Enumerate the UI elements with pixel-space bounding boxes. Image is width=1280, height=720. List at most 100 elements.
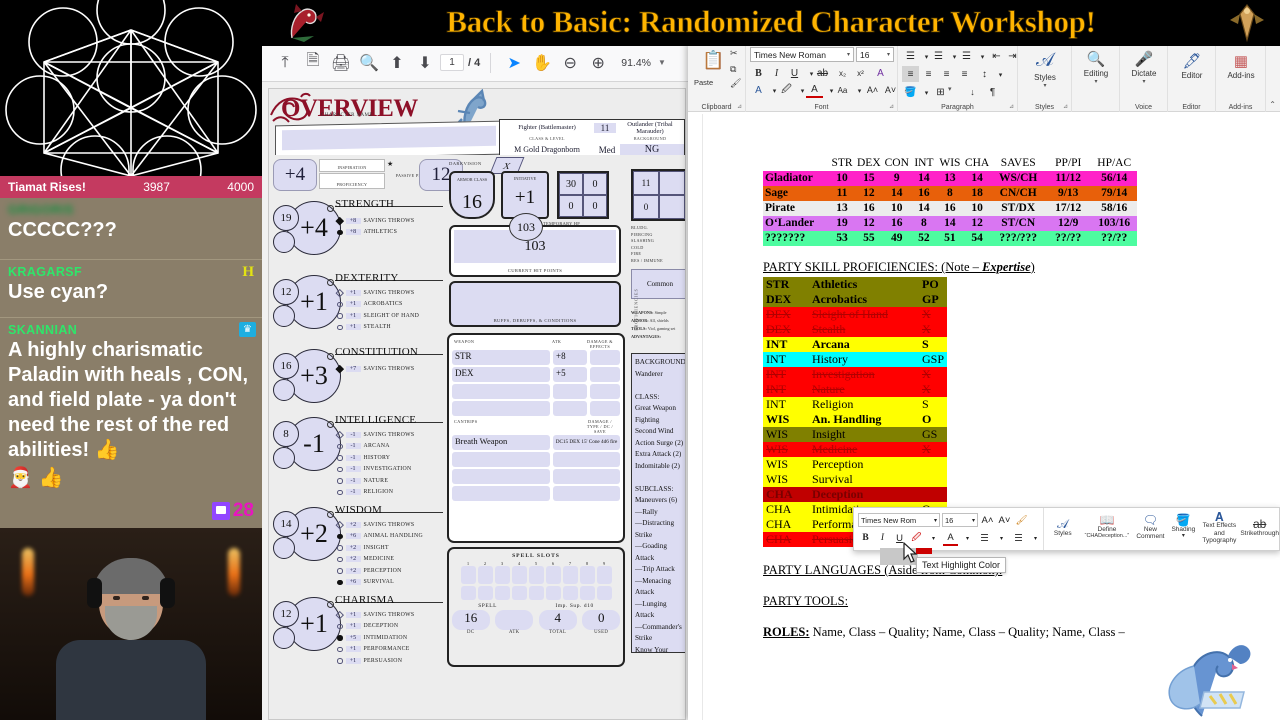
proficiency-marker[interactable] [335,288,344,297]
mini-numbered-dropdown-icon[interactable]: ▾ [1028,531,1043,546]
weapon-row[interactable] [452,384,620,399]
slot-total[interactable] [579,566,595,584]
zoom-out-icon[interactable]: ⊖ [557,50,583,76]
slot-used[interactable] [579,586,595,600]
proficiency-bonus-value[interactable]: +4 [273,159,317,191]
slot-used[interactable] [545,586,561,600]
level-value[interactable]: 11 [594,122,616,133]
zoom-text-icon[interactable]: 🔍 [356,50,382,76]
temp-hp-cell[interactable]: 0 [559,195,583,217]
change-case-button[interactable]: Aa [834,82,851,98]
align-left-button[interactable]: ≡ [902,66,919,82]
weapon-row[interactable]: DEX +5 [452,367,620,382]
weapon-atk[interactable] [553,401,587,416]
subscript-button[interactable]: x₂ [834,65,851,81]
ability-score[interactable]: 16 [273,353,299,379]
sort-button[interactable]: ↓ [964,84,981,100]
weapon-damage[interactable] [590,367,620,382]
slot-used[interactable] [511,586,527,600]
character-name-field[interactable] [282,125,496,151]
superscript-button[interactable]: x² [852,65,869,81]
mini-font-color-button[interactable]: A [943,531,958,546]
page-current[interactable]: 1 [440,54,464,71]
slot-total[interactable] [596,566,612,584]
proficiency-marker[interactable] [337,646,343,652]
initiative-value[interactable]: +1 [515,187,535,209]
slot-total[interactable] [477,566,493,584]
multilevel-list-button[interactable]: ☰ [958,48,975,64]
resistances-box[interactable]: 11 0 [631,169,685,221]
buffs-debuffs-box[interactable]: BUFFS, DEBUFFS, & CONDITIONS [449,281,621,327]
borders-dropdown-icon[interactable]: ▾ [948,85,952,93]
shrink-font-button[interactable]: A˅ [882,82,899,98]
mini-new-comment-button[interactable]: 🗨 New Comment [1132,508,1168,550]
chevron-down-icon[interactable]: ▾ [1142,78,1145,85]
page-up-icon[interactable]: ⬆ [384,50,410,76]
decrease-indent-button[interactable]: ⇤ [988,48,1005,64]
strikethrough-button[interactable]: ab [814,65,831,81]
proficiency-marker[interactable] [337,324,343,330]
weapon-name[interactable]: STR [452,350,550,365]
alignment-value[interactable]: NG [620,144,684,155]
italic-button[interactable]: I [768,65,785,81]
editor-button[interactable]: 🖋 Editor [1169,52,1215,80]
ability-score[interactable]: 14 [273,511,299,537]
mini-numbered-list-button[interactable]: ☰ [1011,531,1026,546]
chat-feed[interactable]: GRIGORIS CCCCC??? H KRAGARSF Use cyan? ♛… [0,198,262,528]
mini-shrink-font-button[interactable]: A˅ [997,513,1012,528]
ability-score[interactable]: 19 [273,205,299,231]
armor-class-box[interactable]: ARMOR CLASS 16 [449,171,495,219]
mini-text-effects-button[interactable]: 𝐀 Text Effects and Typography [1198,508,1240,550]
font-size-combo[interactable]: 16 ▾ [856,47,894,62]
bullet-list-button[interactable]: ☰ [902,48,919,64]
spell-atk-value[interactable] [495,610,534,630]
save-icon[interactable]: 🗎 [300,50,326,76]
temp-hp-cell[interactable]: 0 [583,173,607,195]
class-value[interactable]: Fighter (Battlemaster) [500,124,594,131]
numbered-list-button[interactable]: ☰ [930,48,947,64]
cut-icon[interactable]: ✂ [730,48,738,59]
background-value[interactable]: Outlander (Tribal Marauder) [616,121,684,135]
cantrip-row[interactable] [452,469,620,484]
current-hp-value[interactable]: 103 [451,239,619,255]
chevron-down-icon[interactable]: ▾ [1043,82,1046,89]
weapon-row[interactable]: STR +8 [452,350,620,365]
proficiency-marker[interactable] [335,364,344,373]
chevron-down-icon[interactable]: ▾ [1182,533,1185,541]
proficiency-marker[interactable] [337,623,343,629]
slot-total[interactable] [511,566,527,584]
features-text[interactable]: BACKGROUND: Wanderer CLASS: Great Weapon… [631,353,685,653]
proficiency-marker[interactable] [337,313,343,319]
cantrip-name[interactable] [452,469,550,484]
mini-styles-button[interactable]: 𝒜 Styles [1044,508,1081,550]
weapon-atk[interactable] [553,384,587,399]
weapon-damage[interactable] [590,384,620,399]
proficiency-marker[interactable] [337,455,343,461]
upload-icon[interactable]: ⤒ [272,50,298,76]
styles-dialog-launcher[interactable]: ⊿ [1063,103,1068,110]
prof-value[interactable]: Simple [655,310,667,315]
mini-shading-button[interactable]: 🪣 Shading ▾ [1168,508,1198,550]
ability-score[interactable]: 12 [273,601,299,627]
weapon-name[interactable] [452,384,550,399]
print-icon[interactable]: 🖨 [328,50,354,76]
mini-bold-button[interactable]: B [858,531,873,546]
font-dialog-launcher[interactable]: ⊿ [889,103,894,110]
cantrip-damage[interactable] [553,452,620,467]
slot-used[interactable] [477,586,493,600]
proficiency-marker[interactable] [337,545,343,551]
temp-hp-cell[interactable]: 0 [583,195,607,217]
copy-icon[interactable]: ⧉ [730,64,736,75]
shading-button[interactable]: 🪣 [902,84,919,100]
proficiency-marker[interactable] [337,556,343,562]
mini-grow-font-button[interactable]: A˄ [980,513,995,528]
select-tool-icon[interactable]: ➤ [501,50,527,76]
proficiency-marker[interactable] [337,489,343,495]
mini-define-button[interactable]: 📖 Define “CHADeception...” [1081,508,1132,550]
page-down-icon[interactable]: ⬇ [412,50,438,76]
proficiency-marker[interactable] [337,533,343,539]
initiative-box[interactable]: INITIATIVE +1 [501,171,549,219]
font-color-button[interactable]: A [806,82,823,98]
ability-score[interactable]: 8 [273,421,299,447]
size-value[interactable]: Med [594,145,620,155]
